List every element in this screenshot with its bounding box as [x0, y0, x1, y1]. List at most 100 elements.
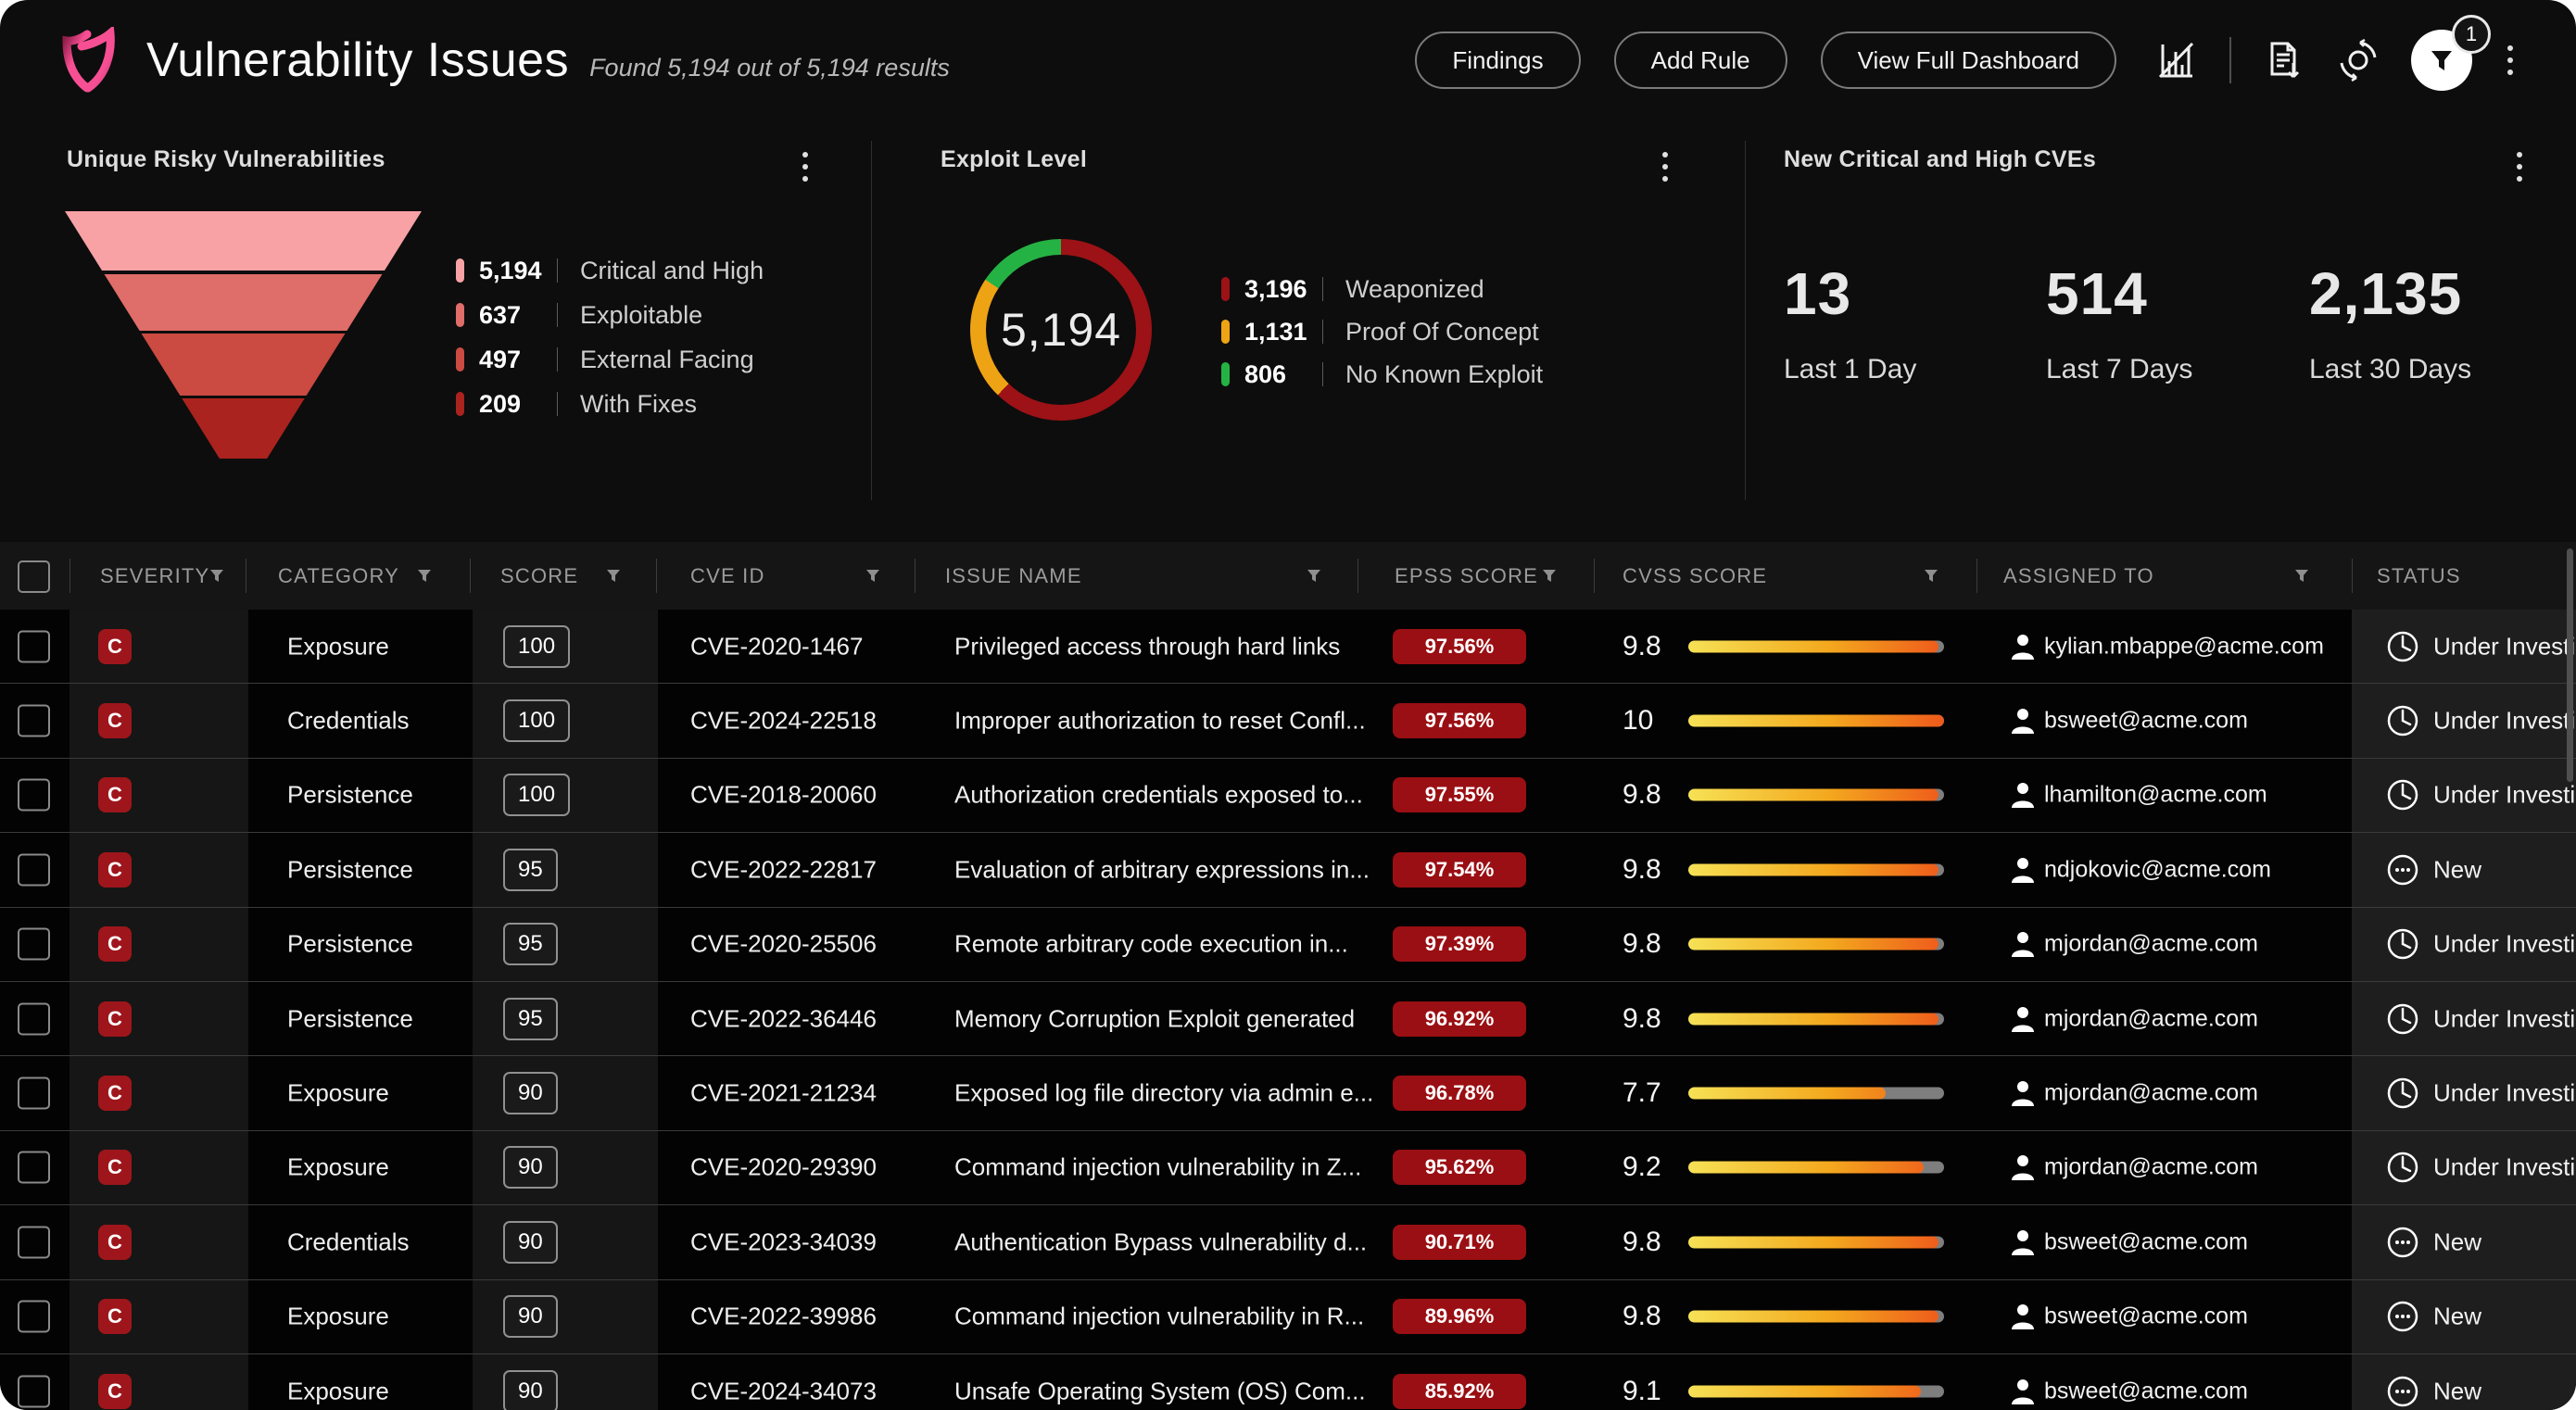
column-header-assigned-to[interactable]: ASSIGNED TO — [2003, 564, 2154, 588]
clock-icon — [2385, 926, 2420, 962]
user-icon — [2009, 929, 2037, 959]
severity-column-stripe — [69, 1131, 248, 1204]
legend-divider — [1322, 277, 1323, 301]
cve-id-cell: CVE-2022-36446 — [690, 1004, 877, 1033]
legend-item: 209With Fixes — [456, 382, 764, 426]
cvss-score-bar-fill — [1688, 938, 1938, 950]
table-row[interactable]: C Exposure 90 CVE-2021-21234 Exposed log… — [0, 1056, 2576, 1130]
cvss-score-bar-fill — [1688, 1236, 1938, 1248]
chart-slash-icon[interactable] — [2155, 39, 2198, 82]
exploit-level-donut-chart: 5,194 — [970, 239, 1152, 421]
table-row[interactable]: C Exposure 100 CVE-2020-1467 Privileged … — [0, 610, 2576, 684]
cvss-score-value: 10 — [1623, 705, 1653, 736]
status-text: Under Investig — [2433, 707, 2576, 736]
row-checkbox[interactable] — [18, 1301, 50, 1333]
category-cell: Persistence — [287, 855, 413, 884]
filter-icon[interactable] — [2294, 569, 2309, 583]
column-header-category[interactable]: CATEGORY — [278, 564, 399, 588]
row-checkbox[interactable] — [18, 928, 50, 961]
cves-panel-menu-icon[interactable] — [2513, 148, 2526, 185]
stat-label: Last 30 Days — [2309, 354, 2471, 385]
status-text: Under Investig — [2433, 930, 2576, 959]
legend-item: 5,194Critical and High — [456, 248, 764, 293]
table-row[interactable]: C Persistence 95 CVE-2022-36446 Memory C… — [0, 982, 2576, 1056]
legend-item: 3,196Weaponized — [1221, 268, 1543, 310]
row-checkbox[interactable] — [18, 1002, 50, 1035]
cvss-score-bar — [1688, 863, 1944, 875]
kebab-menu-icon[interactable] — [2504, 42, 2517, 79]
table-row[interactable]: C Exposure 90 CVE-2022-39986 Command inj… — [0, 1280, 2576, 1354]
top-bar: Vulnerability Issues Found 5,194 out of … — [0, 0, 2576, 120]
row-checkbox[interactable] — [18, 630, 50, 662]
category-cell: Credentials — [287, 707, 410, 736]
funnel-panel-menu-icon[interactable] — [799, 148, 812, 185]
table-row[interactable]: C Persistence 95 CVE-2022-22817 Evaluati… — [0, 833, 2576, 907]
user-icon — [2009, 632, 2037, 661]
score-column-stripe — [473, 1131, 658, 1204]
legend-item: 637Exploitable — [456, 293, 764, 337]
assigned-to-email: lhamilton@acme.com — [2044, 782, 2267, 809]
row-checkbox[interactable] — [18, 1152, 50, 1184]
row-checkbox[interactable] — [18, 1077, 50, 1110]
funnel-segment — [65, 274, 422, 331]
filter-icon[interactable] — [606, 569, 621, 583]
score-column-stripe — [473, 982, 658, 1055]
filter-icon[interactable] — [865, 569, 880, 583]
column-header-cvss-score[interactable]: CVSS SCORE — [1623, 564, 1767, 588]
cvss-score-bar — [1688, 1162, 1944, 1174]
legend-label: Weaponized — [1345, 275, 1484, 304]
severity-badge: C — [98, 703, 132, 738]
stat-label: Last 1 Day — [1784, 354, 1916, 385]
add-rule-button[interactable]: Add Rule — [1614, 31, 1787, 89]
new-status-icon — [2385, 1299, 2420, 1334]
filter-icon[interactable] — [1924, 569, 1938, 583]
column-header-score[interactable]: SCORE — [500, 564, 578, 588]
epss-score-badge: 97.39% — [1393, 926, 1526, 962]
row-checkbox[interactable] — [18, 853, 50, 886]
funnel-segment — [65, 211, 422, 271]
funnel-icon — [2428, 46, 2456, 74]
cvss-score-bar-fill — [1688, 863, 1938, 875]
table-row[interactable]: C Persistence 95 CVE-2020-25506 Remote a… — [0, 908, 2576, 982]
clock-icon — [2385, 1150, 2420, 1185]
column-header-severity[interactable]: SEVERITY — [100, 564, 209, 588]
filter-icon[interactable] — [1307, 569, 1321, 583]
row-checkbox[interactable] — [18, 705, 50, 737]
cve-id-cell: CVE-2018-20060 — [690, 781, 877, 810]
table-row[interactable]: C Credentials 100 CVE-2024-22518 Imprope… — [0, 684, 2576, 758]
row-checkbox[interactable] — [18, 1226, 50, 1258]
refresh-icon[interactable] — [2337, 39, 2380, 82]
vulnerability-issues-app: Vulnerability Issues Found 5,194 out of … — [0, 0, 2576, 1410]
donut-hole: 5,194 — [986, 255, 1136, 405]
findings-button[interactable]: Findings — [1415, 31, 1580, 89]
view-full-dashboard-button[interactable]: View Full Dashboard — [1821, 31, 2116, 89]
column-header-epss-score[interactable]: EPSS SCORE — [1395, 564, 1538, 588]
status-text: Under Investig — [2433, 781, 2576, 810]
cvss-score-bar — [1688, 789, 1944, 801]
user-filter-avatar[interactable]: 1 — [2411, 30, 2472, 91]
score-cell: 90 — [503, 1072, 558, 1114]
table-row[interactable]: C Exposure 90 CVE-2024-34073 Unsafe Oper… — [0, 1354, 2576, 1410]
table-row[interactable]: C Exposure 90 CVE-2020-29390 Command inj… — [0, 1131, 2576, 1205]
issue-name-cell: Unsafe Operating System (OS) Com... — [954, 1377, 1366, 1405]
epss-score-badge: 97.55% — [1393, 777, 1526, 812]
scrollbar[interactable] — [2567, 548, 2573, 782]
severity-badge: C — [98, 1001, 132, 1037]
column-header-status[interactable]: STATUS — [2377, 564, 2461, 588]
table-row[interactable]: C Credentials 90 CVE-2023-34039 Authenti… — [0, 1205, 2576, 1279]
row-checkbox[interactable] — [18, 1375, 50, 1407]
donut-panel-menu-icon[interactable] — [1659, 148, 1672, 185]
column-header-issue-name[interactable]: ISSUE NAME — [945, 564, 1082, 588]
select-all-checkbox[interactable] — [18, 560, 50, 593]
filter-icon[interactable] — [209, 569, 224, 583]
assigned-to-email: mjordan@acme.com — [2044, 1005, 2258, 1032]
table-row[interactable]: C Persistence 100 CVE-2018-20060 Authori… — [0, 759, 2576, 833]
filter-icon[interactable] — [1542, 569, 1557, 583]
column-header-cve-id[interactable]: CVE ID — [690, 564, 765, 588]
user-icon — [2009, 1004, 2037, 1034]
issue-name-cell: Memory Corruption Exploit generated — [954, 1004, 1355, 1033]
export-document-icon[interactable] — [2263, 39, 2305, 82]
filter-icon[interactable] — [417, 569, 432, 583]
row-checkbox[interactable] — [18, 779, 50, 812]
legend-divider — [557, 303, 558, 327]
